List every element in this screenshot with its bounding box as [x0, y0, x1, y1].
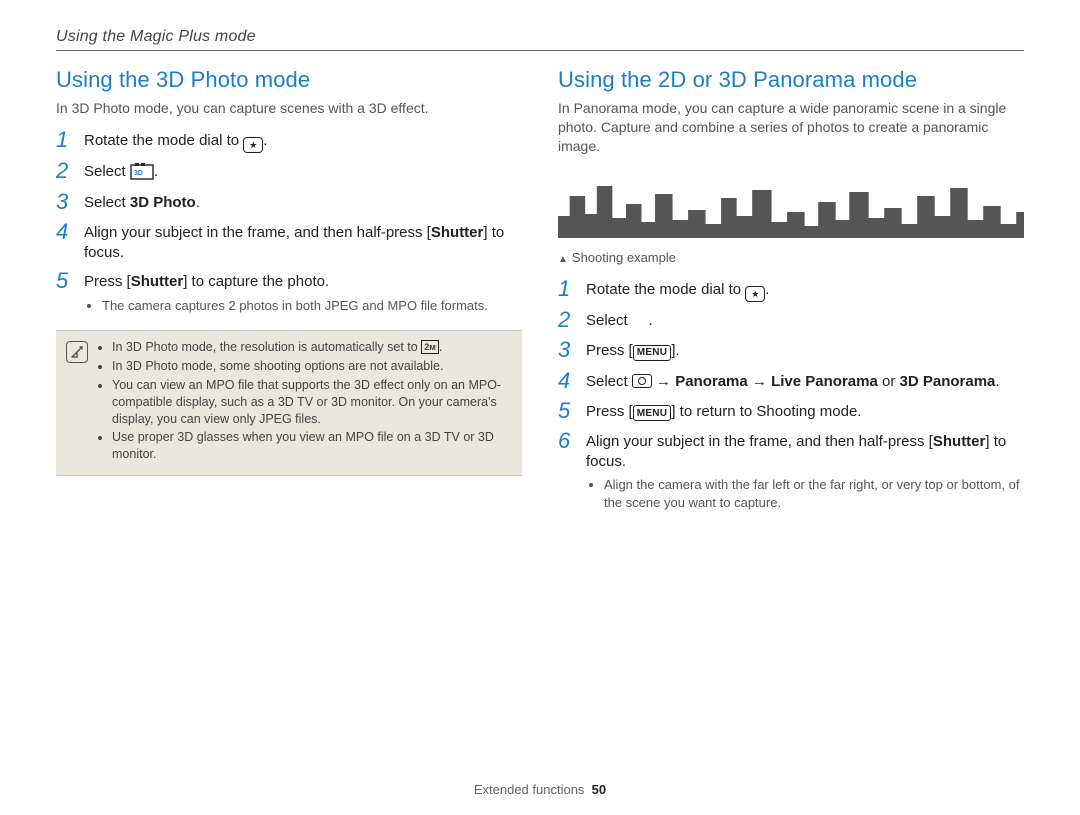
page-number: 50 — [592, 782, 606, 797]
intro-text: In Panorama mode, you can capture a wide… — [558, 99, 1024, 156]
section-title-3d-photo: Using the 3D Photo mode — [56, 67, 522, 93]
step-4: 4 Select → Panorama → Live Panorama or 3… — [558, 369, 1024, 393]
step-body: Align your subject in the frame, and the… — [84, 220, 522, 264]
step-body: Rotate the mode dial to ★. — [586, 277, 1024, 303]
step-number: 3 — [558, 338, 576, 362]
intro-text: In 3D Photo mode, you can capture scenes… — [56, 99, 522, 118]
breadcrumb-label: Using the Magic Plus mode — [56, 28, 1024, 46]
panorama-illustration — [558, 166, 1024, 246]
divider — [56, 50, 1024, 51]
note-box: In 3D Photo mode, the resolution is auto… — [56, 330, 522, 476]
resolution-2m-icon: 2м — [421, 340, 439, 354]
step-3: 3 Press [MENU]. — [558, 338, 1024, 362]
step-number: 1 — [558, 277, 576, 301]
section-title-panorama: Using the 2D or 3D Panorama mode — [558, 67, 1024, 93]
sub-bullets: The camera captures 2 photos in both JPE… — [84, 297, 522, 315]
breadcrumb: Using the Magic Plus mode — [56, 28, 1024, 51]
page-footer: Extended functions 50 — [0, 782, 1080, 797]
step-1: 1 Rotate the mode dial to ★. — [56, 128, 522, 154]
step-number: 4 — [56, 220, 74, 244]
step-5: 5 Press [MENU] to return to Shooting mod… — [558, 399, 1024, 423]
step-6: 6 Align your subject in the frame, and t… — [558, 429, 1024, 514]
mode-dial-icon: ★ — [243, 137, 263, 153]
step-body: Align your subject in the frame, and the… — [586, 429, 1024, 514]
note-item: Use proper 3D glasses when you view an M… — [112, 429, 512, 463]
step-body: Press [MENU] to return to Shooting mode. — [586, 399, 1024, 422]
steps-list: 1 Rotate the mode dial to ★. 2 Select 3D… — [56, 128, 522, 316]
step-body: Select . — [586, 308, 1024, 331]
step-body: Select 3D Photo. — [84, 190, 522, 213]
step-number: 2 — [558, 308, 576, 332]
triangle-icon: ▲ — [558, 254, 568, 265]
step-number: 4 — [558, 369, 576, 393]
menu-button-icon: MENU — [633, 405, 672, 421]
step-2: 2 Select 3D . — [56, 159, 522, 183]
note-item: In 3D Photo mode, the resolution is auto… — [112, 339, 512, 356]
step-body: Press [MENU]. — [586, 338, 1024, 361]
sub-bullets: Align the camera with the far left or th… — [586, 476, 1024, 511]
svg-text:3D: 3D — [134, 170, 143, 177]
step-number: 3 — [56, 190, 74, 214]
step-2: 2 Select . — [558, 308, 1024, 332]
step-number: 2 — [56, 159, 74, 183]
step-4: 4 Align your subject in the frame, and t… — [56, 220, 522, 264]
note-item: You can view an MPO file that supports t… — [112, 377, 512, 428]
note-list: In 3D Photo mode, the resolution is auto… — [98, 339, 512, 465]
step-number: 5 — [558, 399, 576, 423]
left-column: Using the 3D Photo mode In 3D Photo mode… — [56, 67, 522, 514]
step-number: 6 — [558, 429, 576, 453]
camera-icon — [632, 374, 652, 388]
illustration-caption: ▲Shooting example — [558, 250, 1024, 265]
menu-button-icon: MENU — [633, 345, 672, 361]
step-body: Rotate the mode dial to ★. — [84, 128, 522, 154]
step-number: 5 — [56, 269, 74, 293]
step-body: Select → Panorama → Live Panorama or 3D … — [586, 369, 1024, 392]
note-icon — [66, 341, 88, 363]
footer-section: Extended functions — [474, 782, 585, 797]
step-body: Select 3D . — [84, 159, 522, 182]
sub-bullet: The camera captures 2 photos in both JPE… — [102, 297, 522, 315]
sub-bullet: Align the camera with the far left or th… — [604, 476, 1024, 511]
film-icon: 3D — [130, 162, 154, 180]
right-column: Using the 2D or 3D Panorama mode In Pano… — [558, 67, 1024, 514]
step-5: 5 Press [Shutter] to capture the photo. … — [56, 269, 522, 316]
step-number: 1 — [56, 128, 74, 152]
mode-dial-icon: ★ — [745, 286, 765, 302]
step-3: 3 Select 3D Photo. — [56, 190, 522, 214]
step-body: Press [Shutter] to capture the photo. Th… — [84, 269, 522, 316]
note-item: In 3D Photo mode, some shooting options … — [112, 358, 512, 375]
steps-list: 1 Rotate the mode dial to ★. 2 Select . … — [558, 277, 1024, 514]
step-1: 1 Rotate the mode dial to ★. — [558, 277, 1024, 303]
